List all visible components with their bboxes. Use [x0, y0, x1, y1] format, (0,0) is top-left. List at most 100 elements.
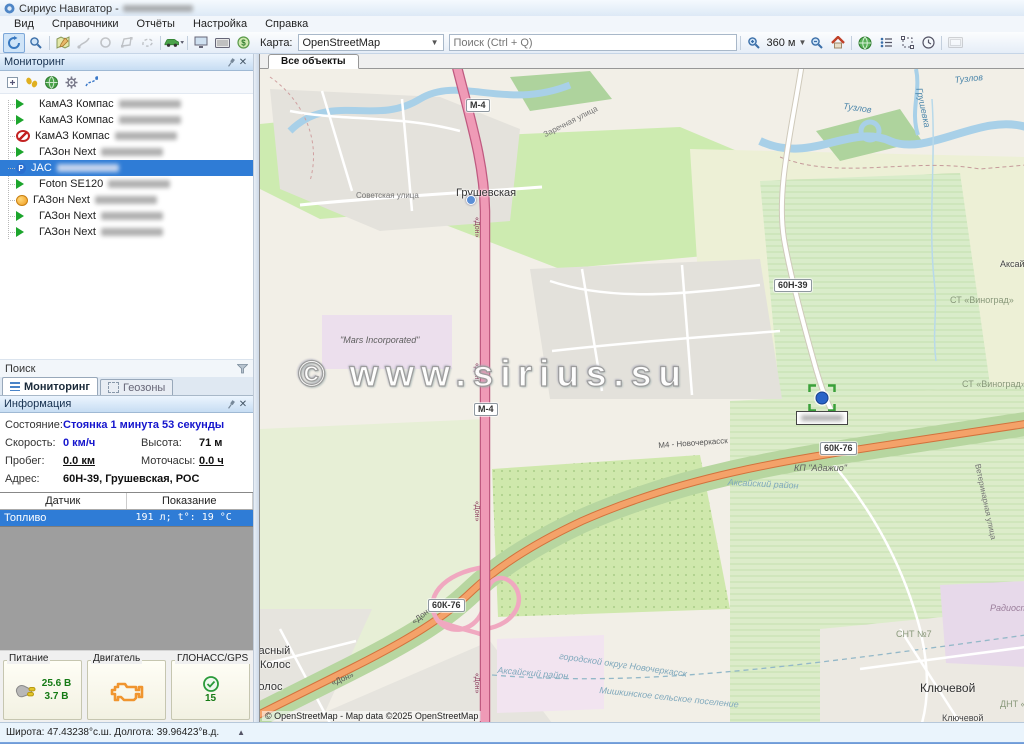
map-label: Ключевой	[942, 713, 983, 722]
vehicle-row-1[interactable]: КамАЗ Компас	[0, 112, 253, 128]
reading-col-header: Показание	[127, 493, 254, 509]
map-globe-icon[interactable]	[45, 76, 58, 89]
gauge-strip: Питание 25.6 В 3.7 В Двигатель ГЛОНАСС/G…	[0, 650, 253, 722]
keyboard-button[interactable]	[212, 34, 232, 52]
statusbar-expand-caret[interactable]: ▲	[237, 728, 245, 737]
track-tool-button[interactable]	[74, 34, 94, 52]
home-view-button[interactable]	[828, 34, 848, 52]
expand-all-icon[interactable]	[7, 77, 18, 88]
close-icon[interactable]: ✕	[237, 56, 249, 68]
zoom-level-caret[interactable]: ▼	[798, 38, 806, 47]
polygon-tool-button[interactable]	[116, 34, 136, 52]
map-provider-select[interactable]: OpenStreetMap ▼	[298, 34, 444, 51]
address-label: Адрес:	[5, 473, 63, 485]
monitor-view-button[interactable]	[191, 34, 211, 52]
vehicle-name: ГАЗон Next	[39, 210, 96, 222]
vehicle-name: КамАЗ Компас	[39, 98, 114, 110]
power-gauge: Питание 25.6 В 3.7 В	[3, 660, 82, 720]
empty-area	[0, 526, 253, 650]
settings-gear-icon[interactable]	[65, 76, 78, 89]
main-toolbar: $ Карта: OpenStreetMap ▼ 360 м ▼	[0, 32, 1024, 54]
toolbar-separator	[49, 36, 50, 50]
vehicle-name: КамАЗ Компас	[39, 114, 114, 126]
menu-item-3[interactable]: Настройка	[185, 17, 255, 31]
legend-list-button[interactable]	[876, 34, 896, 52]
zoom-level-value[interactable]: 360 м	[765, 37, 798, 49]
power-gauge-label: Питание	[7, 653, 50, 664]
map-label: «Дон»	[473, 501, 480, 521]
globe-layers-button[interactable]	[855, 34, 875, 52]
fullscreen-button[interactable]	[945, 34, 965, 52]
tab-geozones[interactable]: Геозоны	[100, 379, 173, 395]
selected-vehicle-marker[interactable]	[808, 384, 836, 412]
redacted-plate	[95, 196, 157, 204]
app-window: Сириус Навигатор - ВидСправочникиОтчётыН…	[0, 0, 1024, 744]
satellite-icon	[203, 676, 219, 692]
vehicle-row-7[interactable]: ГАЗон Next	[0, 208, 253, 224]
altitude-value: 71 м	[199, 437, 222, 449]
circle-tool-button[interactable]	[95, 34, 115, 52]
zoom-out-icon[interactable]	[807, 34, 827, 52]
vehicle-row-3[interactable]: ГАЗон Next	[0, 144, 253, 160]
engine-hours-label: Моточасы:	[141, 455, 199, 467]
refresh-button[interactable]	[3, 33, 25, 53]
info-panel-title: Информация	[4, 398, 71, 410]
monitoring-panel-title: Мониторинг	[4, 56, 65, 68]
engine-icon	[110, 677, 144, 703]
monitoring-panel-header: Мониторинг ✕	[0, 54, 253, 71]
map-label: городской округ Новочеркасск	[559, 651, 688, 679]
menu-item-1[interactable]: Справочники	[44, 17, 127, 31]
filter-funnel-icon[interactable]	[237, 364, 248, 374]
vehicle-row-5[interactable]: Foton SE120	[0, 176, 253, 192]
vehicle-name: Foton SE120	[39, 178, 103, 190]
mileage-value[interactable]: 0.0 км	[63, 455, 95, 467]
map-provider-value: OpenStreetMap	[303, 37, 381, 49]
sensor-row-0[interactable]: Топливо191 л; t°: 19 °C	[0, 510, 253, 526]
vehicle-menu-button[interactable]	[164, 34, 184, 52]
pin-icon[interactable]	[225, 56, 237, 68]
sensor-rows: Топливо191 л; t°: 19 °C	[0, 510, 253, 526]
vehicle-row-0[interactable]: КамАЗ Компас	[0, 96, 253, 112]
engine-hours-value[interactable]: 0.0 ч	[199, 455, 224, 467]
info-panel-header: Информация ✕	[0, 396, 253, 413]
map-label: Ключевой	[920, 681, 975, 695]
route-follow-icon[interactable]	[85, 76, 98, 88]
map-label: Ветеринарная улица	[973, 463, 998, 540]
tracks-icon[interactable]	[25, 77, 38, 88]
vehicle-row-8[interactable]: ГАЗон Next	[0, 224, 253, 240]
tab-monitoring[interactable]: Мониторинг	[2, 377, 98, 395]
chevron-down-icon: ▼	[431, 38, 439, 47]
map-edit-button[interactable]	[53, 34, 73, 52]
map-canvas[interactable]: Советская улицаГрушевскаяЗаречная улицаТ…	[260, 69, 1024, 722]
map-label: СНТ №7	[896, 629, 932, 639]
road-shield: 60К-76	[428, 599, 465, 612]
redacted-plate	[101, 148, 163, 156]
map-label: Колос	[260, 681, 282, 693]
map-tab-all-objects[interactable]: Все объекты	[268, 54, 359, 69]
sensor-reading: 191 л; t°: 19 °C	[122, 510, 254, 526]
payment-button[interactable]: $	[233, 34, 253, 52]
select-area-button[interactable]	[897, 34, 917, 52]
map-attribution: © OpenStreetMap - Map data ©2025 OpenStr…	[262, 711, 481, 721]
menu-item-2[interactable]: Отчёты	[129, 17, 183, 31]
map-label: Грушевская	[456, 187, 516, 199]
map-label: ДНТ «На	[1000, 699, 1024, 709]
vehicle-row-2[interactable]: КамАЗ Компас	[0, 128, 253, 144]
pin-icon[interactable]	[225, 398, 237, 410]
speed-value: 0 км/ч	[63, 437, 135, 449]
lasso-tool-button[interactable]	[137, 34, 157, 52]
menu-item-4[interactable]: Справка	[257, 17, 316, 31]
vehicle-row-4[interactable]: PJAC	[0, 160, 253, 176]
engine-gauge-label: Двигатель	[91, 653, 142, 664]
close-icon[interactable]: ✕	[237, 398, 249, 410]
zoom-in-icon[interactable]	[744, 34, 764, 52]
map-select-label: Карта:	[258, 37, 295, 49]
global-search-input[interactable]	[449, 34, 737, 51]
sensor-table: Датчик Показание Топливо191 л; t°: 19 °C	[0, 492, 253, 526]
road-shield: 60К-76	[820, 442, 857, 455]
vehicle-row-6[interactable]: ГАЗон Next	[0, 192, 253, 208]
search-objects-button[interactable]	[26, 34, 46, 52]
history-clock-button[interactable]	[918, 34, 938, 52]
sensor-name: Топливо	[0, 510, 122, 526]
menu-item-0[interactable]: Вид	[6, 17, 42, 31]
